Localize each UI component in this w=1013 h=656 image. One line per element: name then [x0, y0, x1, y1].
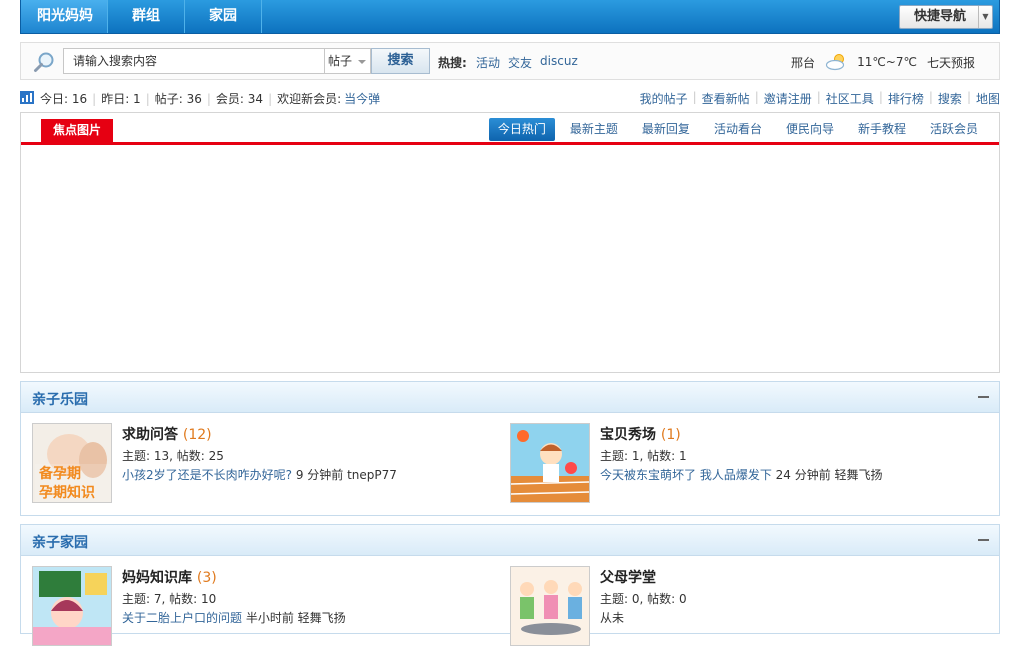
hot-search-links: 活动 交友 discuz	[476, 54, 578, 71]
stat-posts: 帖子: 36	[154, 92, 202, 106]
hot-link-discuz[interactable]: discuz	[540, 54, 578, 71]
forum-name[interactable]: 父母学堂	[600, 570, 656, 586]
quick-nav-button[interactable]: 快捷导航 ▼	[899, 5, 993, 29]
forum-stats: 主题: 13, 帖数: 25	[122, 449, 224, 463]
tab-guide[interactable]: 便民向导	[777, 118, 843, 141]
weather-temp: 11℃~7℃	[857, 55, 917, 69]
stat-members: 会员: 34	[215, 92, 264, 106]
group-title[interactable]: 亲子乐园	[32, 389, 88, 409]
quick-links: 我的帖子 | 查看新帖 | 邀请注册 | 社区工具 | 排行榜 | 搜索 | 地图	[639, 90, 1000, 107]
cloudy-weather-icon	[825, 54, 845, 71]
link-map[interactable]: 地图	[976, 90, 1000, 107]
last-post-meta: 24 分钟前 轻舞飞扬	[771, 468, 883, 482]
weather-forecast-link[interactable]: 七天预报	[927, 54, 975, 71]
forum-thumbnail[interactable]	[510, 423, 590, 503]
nav-tab-groups[interactable]: 群组	[108, 0, 185, 33]
tab-active-members[interactable]: 活跃会员	[921, 118, 987, 141]
hot-link-activity[interactable]: 活动	[476, 54, 500, 71]
weather-city: 邢台	[791, 55, 816, 70]
collapse-icon[interactable]	[978, 396, 989, 398]
baby-show-image	[511, 424, 589, 502]
last-post-meta: 9 分钟前 tnepP77	[292, 468, 397, 482]
nav-tab-sunshine-mom[interactable]: 阳光妈妈	[21, 0, 108, 33]
forum-thumbnail[interactable]: 备孕期 孕期知识	[32, 423, 112, 503]
chevron-down-icon: ▼	[978, 6, 992, 28]
forum-new-count: (3)	[196, 570, 217, 586]
focus-images-label: 焦点图片	[41, 119, 113, 142]
tab-newbie-tutorial[interactable]: 新手教程	[849, 118, 915, 141]
hot-link-friends[interactable]: 交友	[508, 54, 532, 71]
forum-stats: 主题: 1, 帖数: 1	[600, 449, 687, 463]
focus-tabs: 今日热门 最新主题 最新回复 活动看台 便民向导 新手教程 活跃会员	[483, 118, 987, 141]
link-search[interactable]: 搜索	[938, 90, 962, 107]
quick-nav-label: 快捷导航	[914, 9, 967, 24]
top-nav: 阳光妈妈 群组 家园 快捷导航 ▼	[20, 0, 1000, 34]
link-my-posts[interactable]: 我的帖子	[640, 90, 688, 107]
search-input[interactable]: 请输入搜索内容	[63, 48, 325, 74]
thumb-text-1: 备孕期	[38, 465, 81, 482]
forum-item: 宝贝秀场 (1) 主题: 1, 帖数: 1 今天被东宝萌坏了 我人品爆发下 24…	[510, 423, 980, 503]
welcome-label: 欢迎新会员:	[277, 92, 342, 106]
focus-panel: 焦点图片 今日热门 最新主题 最新回复 活动看台 便民向导 新手教程 活跃会员	[20, 112, 1000, 373]
stat-yesterday: 昨日: 1	[101, 92, 141, 106]
search-icon	[34, 52, 54, 72]
tab-today-hot[interactable]: 今日热门	[488, 118, 555, 141]
link-invite[interactable]: 邀请注册	[764, 90, 812, 107]
bar-chart-icon	[20, 91, 34, 104]
tab-latest-threads[interactable]: 最新主题	[561, 118, 627, 141]
weather-widget: 邢台 11℃~7℃ 七天预报	[791, 53, 975, 71]
search-button[interactable]: 搜索	[371, 48, 430, 74]
forum-new-count: (12)	[182, 427, 212, 443]
forum-stats-row: 今日: 16 | 昨日: 1 | 帖子: 36 | 会员: 34 | 欢迎新会员: 当今…	[20, 88, 1000, 106]
thumb-text-2: 孕期知识	[39, 484, 95, 501]
group-title[interactable]: 亲子家园	[32, 532, 88, 552]
search-type-select[interactable]: 帖子	[325, 48, 371, 74]
last-post-link[interactable]: 小孩2岁了还是不长肉咋办好呢?	[122, 468, 292, 482]
search-bar: 请输入搜索内容 帖子 搜索 热搜: 活动 交友 discuz 邢台 11℃~7℃…	[20, 42, 1000, 80]
last-post-meta: 从未	[600, 611, 625, 625]
forum-thumbnail[interactable]	[32, 566, 112, 646]
last-post-meta: 半小时前 轻舞飞扬	[242, 611, 346, 625]
last-post-link[interactable]: 今天被东宝萌坏了 我人品爆发下	[600, 468, 772, 482]
hot-search-label: 热搜:	[438, 56, 467, 70]
stat-today: 今日: 16	[40, 92, 88, 106]
tab-latest-replies[interactable]: 最新回复	[633, 118, 699, 141]
mom-knowledge-image	[33, 567, 111, 645]
forum-item: 父母学堂 主题: 0, 帖数: 0 从未	[510, 566, 980, 646]
forum-group-parent-child-park: 亲子乐园 备孕期 孕期知识 求助问答 (12) 主题: 13, 帖数: 25 小…	[20, 381, 1000, 516]
forum-name[interactable]: 求助问答	[122, 427, 178, 443]
forum-thumbnail[interactable]	[510, 566, 590, 646]
nav-tab-home[interactable]: 家园	[185, 0, 262, 33]
forum-name[interactable]: 妈妈知识库	[122, 570, 192, 586]
last-post-link[interactable]: 关于二胎上户口的问题	[122, 611, 242, 625]
newest-member-link[interactable]: 当今弹	[344, 90, 380, 107]
link-new-posts[interactable]: 查看新帖	[702, 90, 750, 107]
forum-stats: 主题: 7, 帖数: 10	[122, 592, 217, 606]
forum-name[interactable]: 宝贝秀场	[600, 427, 656, 443]
search-type-value: 帖子	[328, 54, 353, 68]
collapse-icon[interactable]	[978, 539, 989, 541]
parents-school-image	[511, 567, 589, 645]
forum-new-count: (1)	[660, 427, 681, 443]
tab-events[interactable]: 活动看台	[705, 118, 771, 141]
pregnancy-knowledge-image: 备孕期 孕期知识	[33, 424, 111, 502]
forum-item: 备孕期 孕期知识 求助问答 (12) 主题: 13, 帖数: 25 小孩2岁了还…	[32, 423, 502, 503]
forum-group-parent-child-home: 亲子家园 妈妈知识库 (3) 主题: 7, 帖数: 10 关于二胎上户口的问题 …	[20, 524, 1000, 646]
forum-stats: 主题: 0, 帖数: 0	[600, 592, 687, 606]
link-community-tools[interactable]: 社区工具	[826, 90, 874, 107]
dropdown-arrow-icon	[358, 60, 366, 64]
forum-item: 妈妈知识库 (3) 主题: 7, 帖数: 10 关于二胎上户口的问题 半小时前 …	[32, 566, 502, 646]
link-rankings[interactable]: 排行榜	[888, 90, 924, 107]
